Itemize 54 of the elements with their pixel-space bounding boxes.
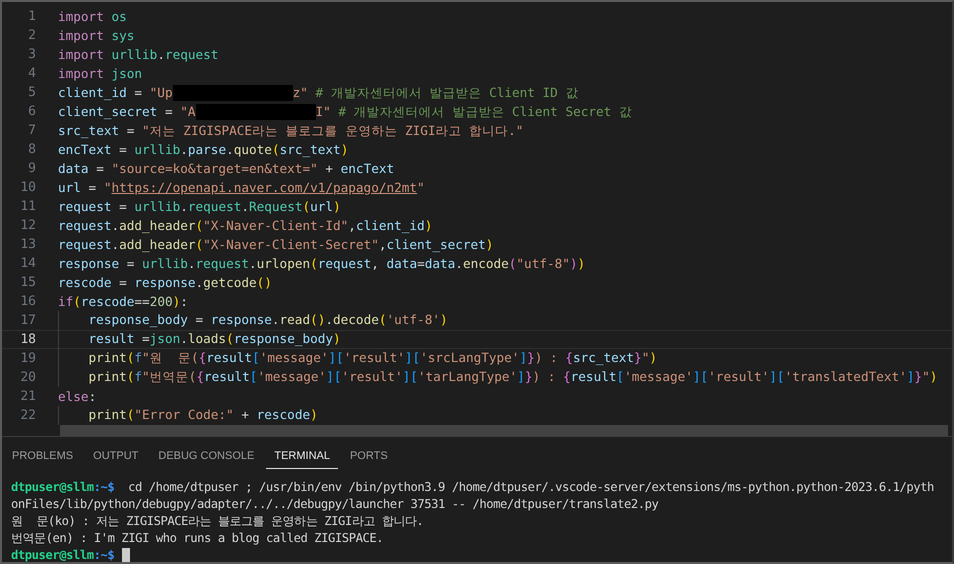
panel-tab[interactable]: TERMINAL [266,447,338,469]
terminal-line: dtpuser@sllm:~$ cd /home/dtpuser ; /usr/bin/env /bin/python3.9 /home/dtpuser/.vscode-server/extensions/ms-python.python-2023.6.1/pyth [11,479,935,496]
line-number: 16 [19,294,36,309]
code-line: result =json.loads(response_body) [58,330,341,350]
terminal-line: onFiles/lib/python/debugpy/adapter/../../debugpy/launcher 37531 -- /home/dtpuser/translate2.py [11,496,660,513]
code-line: encText = urllib.parse.quote(src_text) [58,141,348,158]
terminal-line: 번역문(en) : I'm ZIGI who runs a blog called ZIGISPACE. [11,530,384,547]
code-line: data = "source=ko&target=en&text=" + encText [58,160,394,177]
code-line: response = urllib.request.urlopen(request, data=data.encode("utf-8")) [58,255,586,272]
line-number: 13 [19,237,36,252]
horizontal-scrollbar[interactable] [60,425,948,436]
code-line: src_text = "저는 ZIGISPACE라는 블로그를 운영하는 ZIGI라고 합니다." [58,122,524,139]
panel-tab[interactable]: DEBUG CONSOLE [150,447,262,469]
panel-tab[interactable]: OUTPUT [85,447,146,469]
line-number: 9 [27,161,36,176]
line-number: 5 [27,85,36,100]
line-number: 19 [19,351,36,366]
line-number: 6 [27,104,36,119]
line-number: 20 [19,370,36,385]
line-number: 1 [27,9,36,24]
line-number: 22 [19,408,36,423]
code-line: import urllib.request [58,46,218,63]
code-line: else: [58,388,96,405]
line-number: 12 [19,218,36,233]
line-number: 21 [19,389,36,404]
terminal-line: 원 문(ko) : 저는 ZIGISPACE라는 블로그를 운영하는 ZIGI라고 합니다. [11,513,424,530]
code-line: request.add_header("X-Naver-Client-Id",client_id) [58,217,432,234]
line-number: 15 [19,275,36,290]
terminal-line: dtpuser@sllm:~$ [11,547,952,562]
line-number: 3 [27,47,36,62]
line-number: 17 [19,313,36,328]
code-line: print(f"번역문({result['message']['result']['tarLangType']}) : {result['message']['result']['translatedText']}") [58,368,938,388]
line-number: 4 [27,66,36,81]
code-line: import sys [58,27,134,44]
code-line: request = urllib.request.Request(url) [58,198,341,215]
line-number: 11 [19,199,36,214]
panel-tab[interactable]: PROBLEMS [4,447,82,469]
line-number: 10 [19,180,36,195]
line-number: 7 [27,123,36,138]
code-line: print(f"원 문({result['message']['result']['srcLangType']}) : {src_text}") [58,348,657,368]
code-line: rescode = response.getcode() [58,274,272,291]
line-number: 14 [19,256,36,271]
code-line: import json [58,65,142,82]
code-line: response_body = response.read().decode('utf-8') [58,310,448,330]
code-line: request.add_header("X-Naver-Client-Secret",client_secret) [58,236,494,253]
panel-tab[interactable]: PORTS [342,447,396,469]
code-line: if(rescode==200): [58,293,188,310]
code-line: url = "https://openapi.naver.com/v1/papago/n2mt" [58,179,425,196]
code-line: client_secret = "A I" # 개발자센터에서 발급받은 Client Secret 값 [58,102,632,120]
line-number: 8 [27,142,36,157]
line-number: 18 [19,332,36,347]
code-line: import os [58,8,127,25]
code-line: client_id = "Up z" # 개발자센터에서 발급받은 Client ID 값 [58,84,578,102]
line-number: 2 [27,28,36,43]
